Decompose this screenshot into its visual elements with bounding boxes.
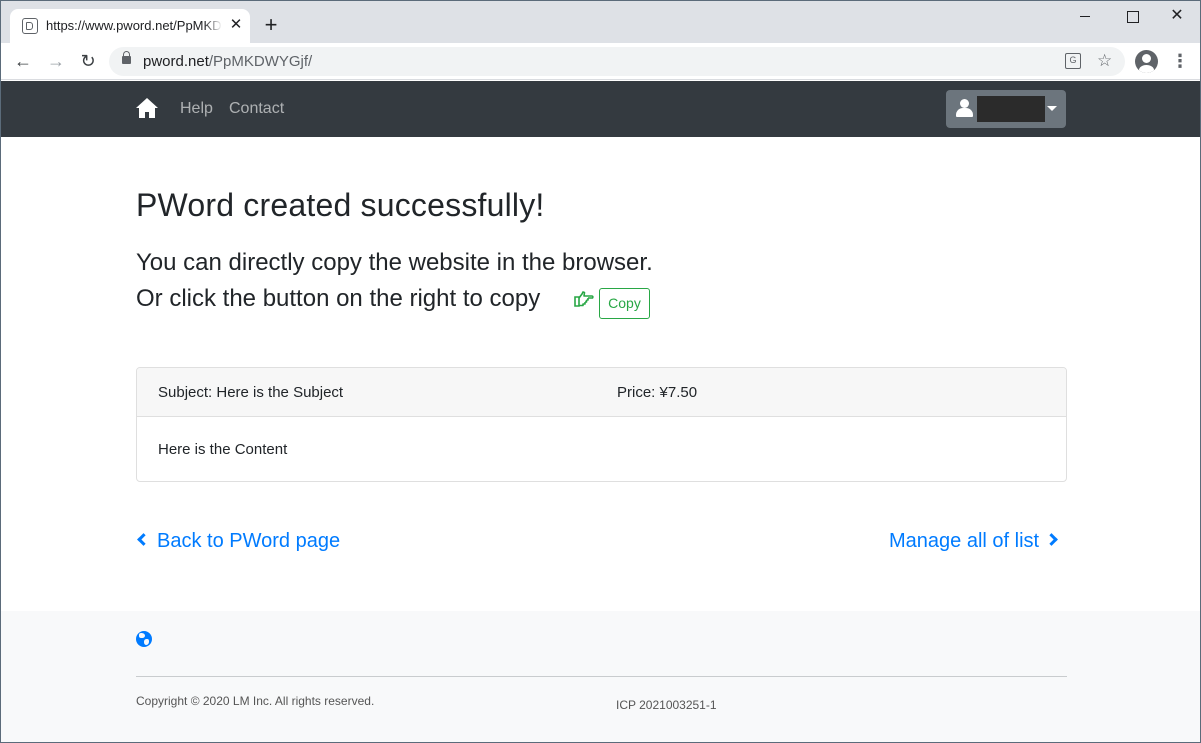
url-text[interactable]: pword.net/PpMKDWYGjf/ bbox=[143, 53, 312, 70]
page-title: PWord created successfully! bbox=[136, 187, 545, 223]
site-footer: Copyright © 2020 LM Inc. All rights rese… bbox=[1, 611, 1200, 742]
url-host: pword.net bbox=[143, 53, 209, 70]
tab-strip: https://www.pword.net/PpMKDWYGjf/ ✕ + ✕ bbox=[1, 1, 1200, 43]
minimize-button[interactable] bbox=[1062, 5, 1108, 29]
tab-close-icon[interactable]: ✕ bbox=[228, 16, 244, 34]
new-tab-button[interactable]: + bbox=[260, 14, 282, 36]
window-close-button[interactable]: ✕ bbox=[1154, 5, 1200, 29]
card-subject: Subject: Here is the Subject bbox=[158, 384, 344, 401]
chevron-left-icon bbox=[137, 533, 150, 547]
user-icon bbox=[956, 99, 973, 117]
card-price: Price: ¥7.50 bbox=[617, 384, 698, 401]
chevron-right-icon bbox=[1045, 533, 1058, 547]
nav-help-link[interactable]: Help bbox=[180, 100, 213, 118]
instruction-line-2: Or click the button on the right to copy bbox=[136, 285, 541, 312]
profile-avatar-icon[interactable] bbox=[1135, 50, 1158, 73]
manage-all-list-link[interactable]: Manage all of list bbox=[889, 530, 1058, 553]
browser-toolbar: ← → ↻ pword.net/PpMKDWYGjf/ G ☆ ⋮ bbox=[1, 43, 1200, 80]
maximize-button[interactable] bbox=[1109, 5, 1155, 29]
tab-title: https://www.pword.net/PpMKDWYGjf/ bbox=[46, 18, 222, 33]
address-bar[interactable]: pword.net/PpMKDWYGjf/ G ☆ bbox=[109, 47, 1125, 76]
globe-icon[interactable] bbox=[136, 631, 152, 647]
copyright-text: Copyright © 2020 LM Inc. All rights rese… bbox=[136, 694, 375, 708]
hand-point-right-icon bbox=[574, 291, 594, 307]
browser-tab[interactable]: https://www.pword.net/PpMKDWYGjf/ ✕ bbox=[10, 9, 250, 43]
copy-button[interactable]: Copy bbox=[599, 288, 650, 319]
instruction-line-1: You can directly copy the website in the… bbox=[136, 249, 653, 276]
browser-menu-icon[interactable]: ⋮ bbox=[1171, 50, 1189, 72]
back-link-label: Back to PWord page bbox=[157, 530, 341, 552]
site-navbar: Help Contact bbox=[1, 81, 1200, 137]
card-header: Subject: Here is the Subject Price: ¥7.5… bbox=[137, 368, 1066, 417]
translate-icon[interactable]: G bbox=[1065, 53, 1081, 69]
reload-button[interactable]: ↻ bbox=[76, 49, 100, 73]
username-redacted bbox=[977, 96, 1045, 122]
manage-link-label: Manage all of list bbox=[889, 530, 1040, 552]
back-button[interactable]: ← bbox=[11, 49, 35, 73]
nav-contact-link[interactable]: Contact bbox=[229, 100, 284, 118]
url-path: /PpMKDWYGjf/ bbox=[208, 53, 313, 70]
home-icon[interactable] bbox=[135, 97, 159, 119]
site-favicon-icon bbox=[22, 18, 38, 34]
pword-card: Subject: Here is the Subject Price: ¥7.5… bbox=[136, 367, 1067, 482]
forward-button[interactable]: → bbox=[44, 49, 68, 73]
back-to-pword-link[interactable]: Back to PWord page bbox=[136, 530, 340, 553]
bookmark-star-icon[interactable]: ☆ bbox=[1097, 50, 1112, 72]
caret-down-icon bbox=[1047, 106, 1057, 111]
lock-icon[interactable] bbox=[122, 51, 131, 64]
card-content: Here is the Content bbox=[158, 441, 288, 458]
browser-window: https://www.pword.net/PpMKDWYGjf/ ✕ + ✕ … bbox=[0, 0, 1201, 743]
user-dropdown-button[interactable] bbox=[946, 90, 1066, 128]
footer-divider bbox=[136, 676, 1067, 677]
icp-text[interactable]: ICP 2021003251-1 bbox=[616, 698, 717, 712]
